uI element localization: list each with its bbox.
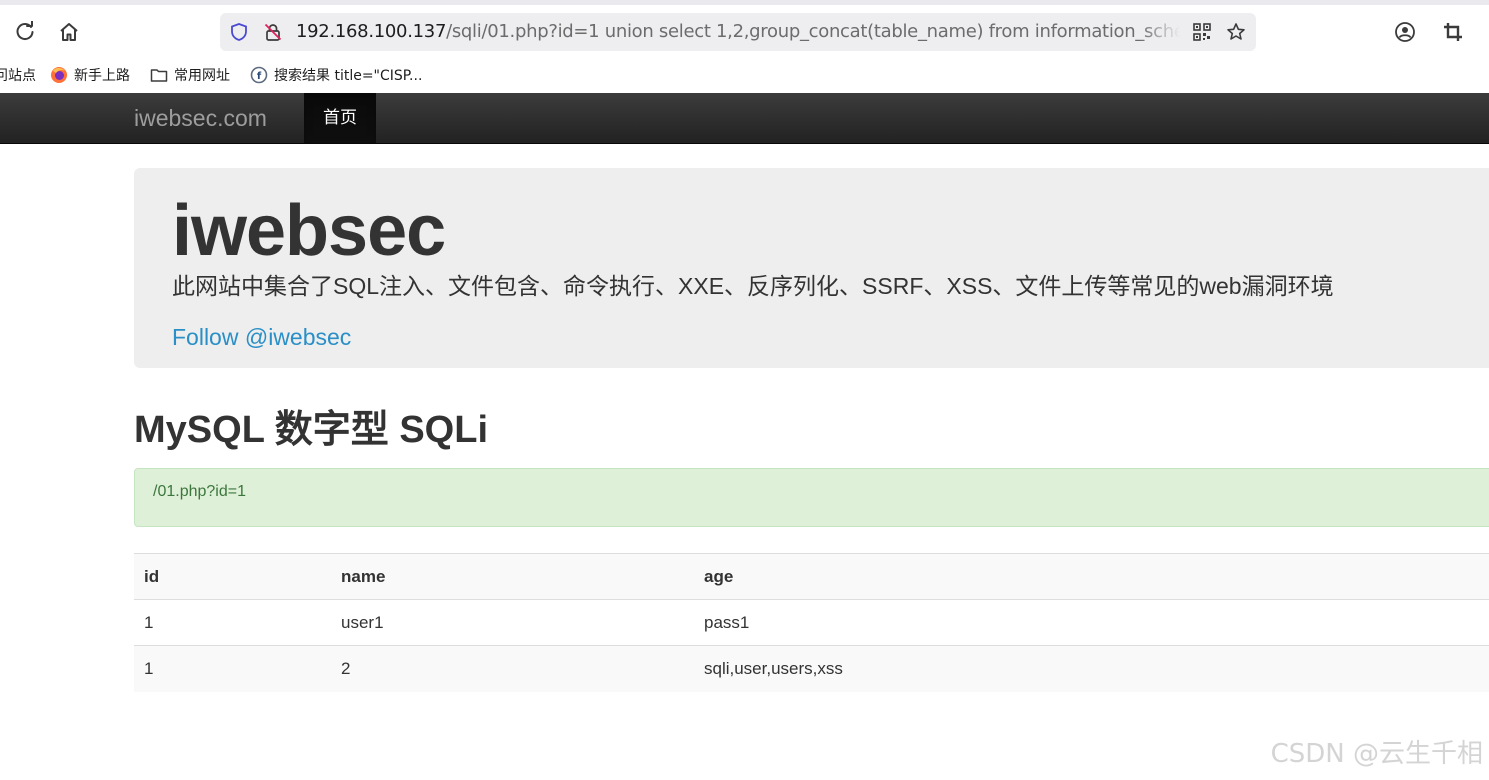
table-row: 1 2 sqli,user,users,xss: [134, 645, 1489, 692]
follow-link[interactable]: Follow @iwebsec: [172, 321, 351, 353]
nav-item-home[interactable]: 首页: [304, 93, 376, 143]
navbar-brand-link[interactable]: iwebsec.com: [134, 93, 267, 143]
home-button[interactable]: [54, 17, 84, 47]
table-cell: user1: [331, 599, 694, 646]
account-button[interactable]: [1390, 17, 1420, 47]
bookmark-item[interactable]: 新手上路: [50, 64, 130, 86]
page-title: MySQL 数字型 SQLi: [134, 409, 489, 451]
site-title: iwebsec: [172, 191, 446, 271]
bookmarks-toolbar: 访问站点 新手上路 常用网址 f 搜索结果 title="CISP...: [0, 57, 1489, 93]
crop-icon: [1444, 23, 1462, 41]
alert-text: /01.php?id=1: [153, 483, 246, 500]
bookmark-label: 访问站点: [0, 68, 36, 84]
account-icon: [1395, 22, 1415, 42]
url-fade: [1140, 13, 1180, 51]
browser-toolbar: 192.168.100.137/sqli/01.php?id=1 union s…: [0, 5, 1489, 57]
bookmark-item[interactable]: 访问站点: [0, 64, 36, 86]
column-header-id: id: [134, 553, 331, 600]
bookmark-folder[interactable]: 常用网址: [150, 64, 230, 86]
folder-icon: [150, 66, 168, 84]
table-cell: 1: [134, 645, 331, 692]
watermark: CSDN @云生千相: [1270, 739, 1483, 769]
table-cell: 1: [134, 599, 331, 646]
firefox-icon: [50, 66, 68, 84]
site-navbar: iwebsec.com 首页: [0, 93, 1489, 144]
qr-code-button[interactable]: [1192, 22, 1212, 42]
table-header-row: id name age: [134, 553, 1489, 600]
query-alert: /01.php?id=1: [134, 468, 1489, 527]
reload-icon: [16, 21, 34, 41]
column-header-age: age: [694, 553, 1489, 600]
bookmark-label: 常用网址: [174, 68, 230, 84]
tracking-protection-shield-icon[interactable]: [229, 22, 249, 42]
table-cell: sqli,user,users,xss: [694, 645, 1489, 692]
address-bar[interactable]: 192.168.100.137/sqli/01.php?id=1 union s…: [220, 13, 1256, 51]
star-icon: [1227, 23, 1245, 40]
url-host: 192.168.100.137: [296, 21, 447, 42]
table-row: 1 user1 pass1: [134, 599, 1489, 646]
url-text[interactable]: 192.168.100.137/sqli/01.php?id=1 union s…: [296, 13, 1180, 51]
qr-code-icon: [1193, 23, 1211, 41]
home-icon: [60, 23, 78, 41]
url-path: /sqli/01.php?id=1 union select 1,2,group…: [446, 21, 1180, 42]
insecure-lock-icon[interactable]: [263, 22, 283, 42]
bookmark-label: 搜索结果 title="CISP...: [274, 68, 423, 84]
jumbotron: iwebsec 此网站中集合了SQL注入、文件包含、命令执行、XXE、反序列化、…: [134, 168, 1489, 368]
crop-screenshot-button[interactable]: [1438, 17, 1468, 47]
site-favicon-icon: f: [250, 66, 268, 84]
reload-button[interactable]: [10, 17, 40, 47]
bookmark-star-button[interactable]: [1226, 22, 1246, 42]
table-cell: 2: [331, 645, 694, 692]
bookmark-item[interactable]: f 搜索结果 title="CISP...: [250, 64, 422, 86]
bookmark-label: 新手上路: [74, 68, 130, 84]
results-table: id name age 1 user1 pass1 1 2 sqli,user,…: [134, 553, 1489, 692]
svg-text:f: f: [257, 71, 262, 82]
column-header-name: name: [331, 553, 694, 600]
site-description: 此网站中集合了SQL注入、文件包含、命令执行、XXE、反序列化、SSRF、XSS…: [172, 273, 1334, 299]
table-cell: pass1: [694, 599, 1489, 646]
